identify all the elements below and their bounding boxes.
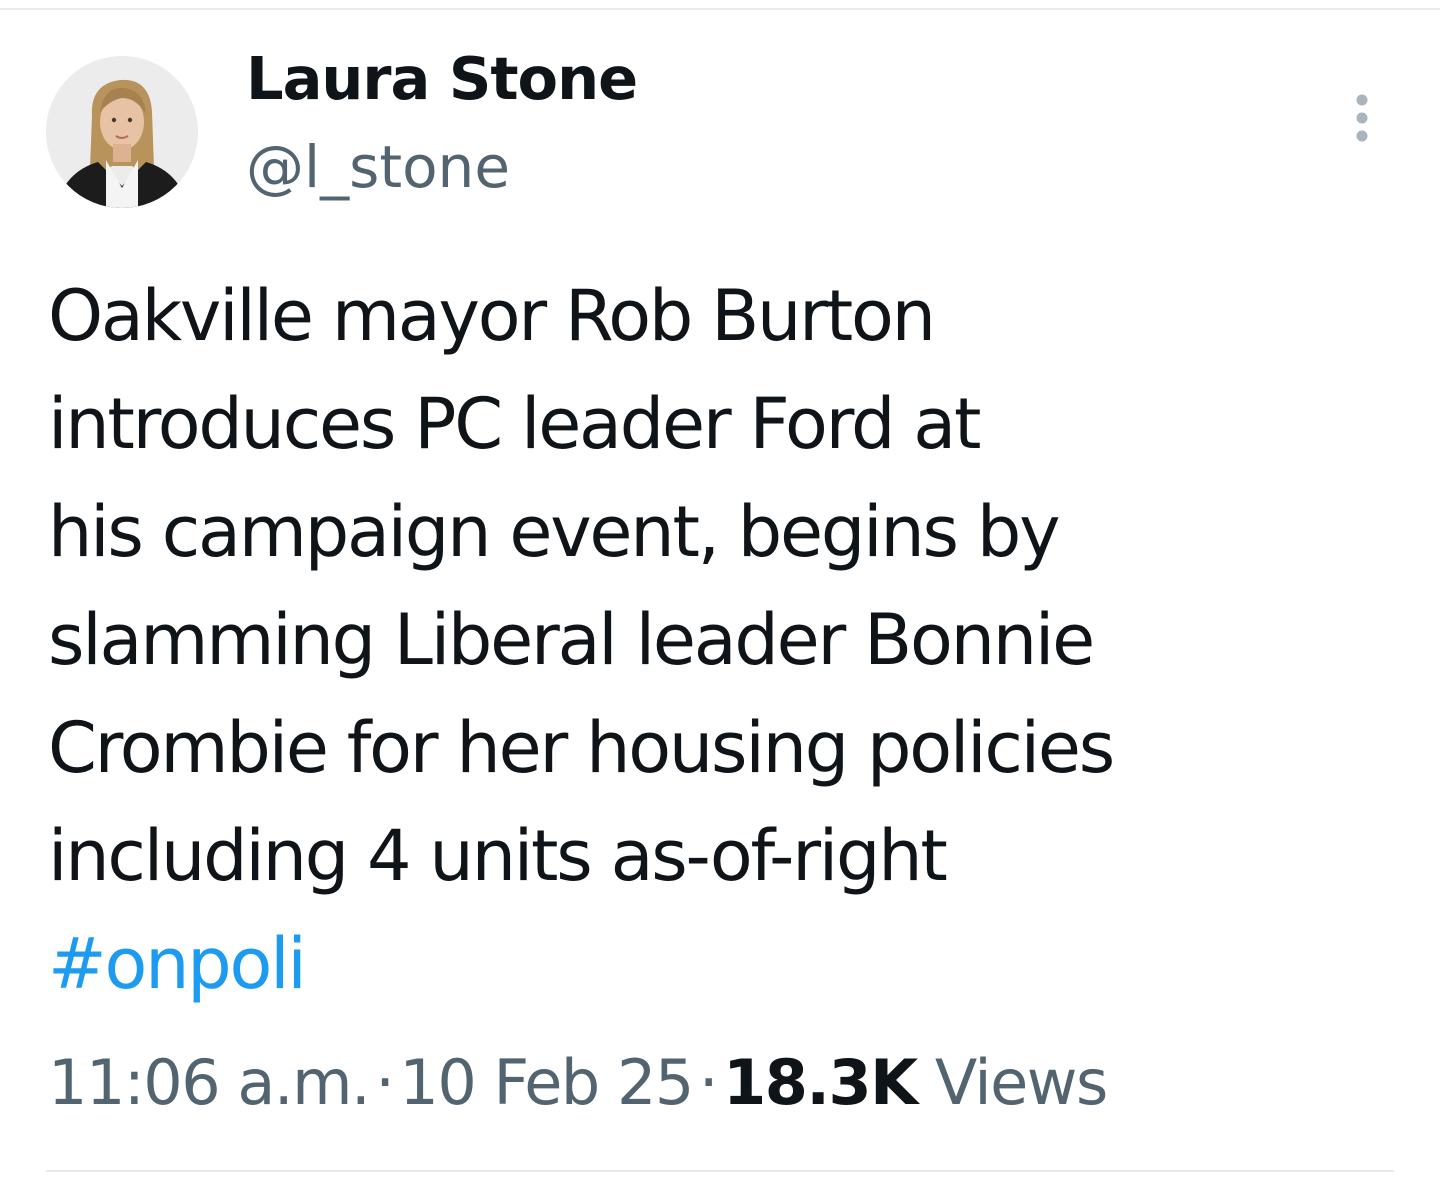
- meta-separator: ·: [698, 1046, 719, 1119]
- meta-separator: ·: [375, 1046, 395, 1119]
- author-handle[interactable]: @l_stone: [246, 133, 510, 203]
- bottom-divider: [46, 1170, 1394, 1172]
- more-options-button[interactable]: [1340, 88, 1384, 148]
- tweet-text-line: his campaign event, begins by: [48, 491, 1061, 573]
- tweet-text-line: slamming Liberal leader Bonnie: [48, 599, 1095, 681]
- tweet-text-line: including 4 units as-of-right: [48, 815, 948, 897]
- tweet-text-line: Crombie for her housing policies: [48, 707, 1115, 789]
- top-divider: [0, 8, 1440, 10]
- hashtag-link[interactable]: #onpoli: [48, 910, 1408, 1018]
- tweet-meta: 11:06 a.m.·10 Feb 25·18.3K Views: [48, 1040, 1108, 1126]
- tweet-date[interactable]: 10 Feb 25: [399, 1046, 694, 1119]
- more-vertical-icon: [1356, 94, 1368, 142]
- profile-photo: [46, 56, 198, 208]
- author-display-name[interactable]: Laura Stone: [246, 44, 638, 115]
- tweet-text: Oakville mayor Rob Burton introduces PC …: [48, 262, 1408, 1018]
- tweet-time[interactable]: 11:06 a.m.: [48, 1046, 371, 1119]
- avatar[interactable]: [46, 56, 198, 208]
- tweet-text-line: introduces PC leader Ford at: [48, 383, 981, 465]
- views-label: Views: [934, 1046, 1108, 1119]
- tweet-text-line: Oakville mayor Rob Burton: [48, 275, 936, 357]
- views-count[interactable]: 18.3K: [723, 1046, 918, 1119]
